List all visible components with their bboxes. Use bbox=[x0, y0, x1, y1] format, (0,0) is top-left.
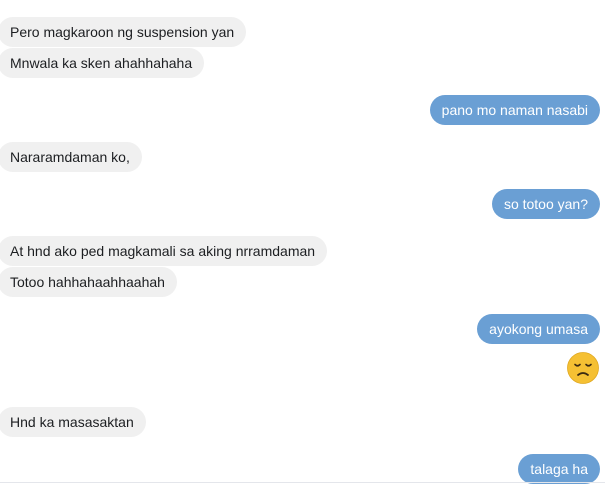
chat-thread: Pero magkaroon ng suspension yan Mnwala … bbox=[0, 0, 605, 487]
message-incoming[interactable]: Totoo hahhahaahhaahah bbox=[0, 267, 177, 297]
message-incoming[interactable]: Hnd ka masasaktan bbox=[0, 407, 146, 437]
disappointed-face-emoji-icon[interactable] bbox=[567, 352, 599, 384]
message-incoming[interactable]: Nararamdaman ko, bbox=[0, 142, 142, 172]
message-text: Pero magkaroon ng suspension yan bbox=[10, 24, 235, 40]
message-text: talaga ha bbox=[530, 461, 588, 477]
message-text: Mnwala ka sken ahahhahaha bbox=[10, 55, 193, 71]
message-incoming[interactable]: At hnd ako ped magkamali sa aking nrramd… bbox=[0, 236, 328, 266]
message-outgoing[interactable]: so totoo yan? bbox=[491, 189, 600, 219]
message-text: so totoo yan? bbox=[503, 196, 588, 212]
message-text: Hnd ka masasaktan bbox=[10, 414, 134, 430]
message-text: pano mo naman nasabi bbox=[441, 102, 588, 118]
message-text: ayokong umasa bbox=[489, 321, 588, 337]
message-incoming[interactable]: Pero magkaroon ng suspension yan bbox=[0, 17, 247, 47]
divider bbox=[0, 482, 605, 483]
message-incoming[interactable]: Mnwala ka sken ahahhahaha bbox=[0, 48, 205, 78]
message-outgoing[interactable]: pano mo naman nasabi bbox=[429, 95, 600, 125]
message-text: At hnd ako ped magkamali sa aking nrramd… bbox=[10, 243, 316, 259]
message-text: Nararamdaman ko, bbox=[10, 149, 130, 165]
message-outgoing[interactable]: ayokong umasa bbox=[477, 314, 600, 344]
message-text: Totoo hahhahaahhaahah bbox=[10, 274, 165, 290]
message-outgoing[interactable]: talaga ha bbox=[518, 454, 600, 484]
